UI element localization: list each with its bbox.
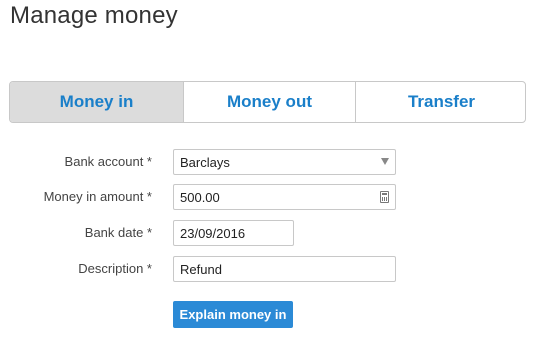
amount-value: 500.00: [180, 189, 220, 205]
bank-account-label: Bank account *: [64, 154, 152, 169]
bank-account-value: Barclays: [180, 154, 230, 170]
description-value: Refund: [180, 261, 222, 277]
bank-account-row: Bank account * Barclays: [0, 149, 537, 175]
chevron-down-icon: [381, 158, 389, 165]
date-input[interactable]: 23/09/2016: [173, 220, 294, 246]
page-title: Manage money: [10, 2, 178, 29]
date-row: Bank date * 23/09/2016: [0, 220, 537, 246]
tab-bar: Money in Money out Transfer: [9, 81, 526, 123]
calculator-icon[interactable]: [380, 191, 389, 203]
description-row: Description * Refund: [0, 256, 537, 282]
date-label: Bank date *: [84, 225, 152, 240]
description-label: Description *: [78, 261, 152, 276]
description-input[interactable]: Refund: [173, 256, 396, 282]
tab-money-in[interactable]: Money in: [10, 82, 183, 122]
tab-transfer[interactable]: Transfer: [355, 82, 525, 122]
bank-account-select[interactable]: Barclays: [173, 149, 396, 175]
amount-input[interactable]: 500.00: [173, 184, 396, 210]
amount-label: Money in amount *: [43, 189, 152, 204]
tab-money-out[interactable]: Money out: [183, 82, 355, 122]
explain-money-in-button[interactable]: Explain money in: [173, 301, 293, 328]
amount-row: Money in amount * 500.00: [0, 184, 537, 210]
date-value: 23/09/2016: [180, 225, 246, 241]
